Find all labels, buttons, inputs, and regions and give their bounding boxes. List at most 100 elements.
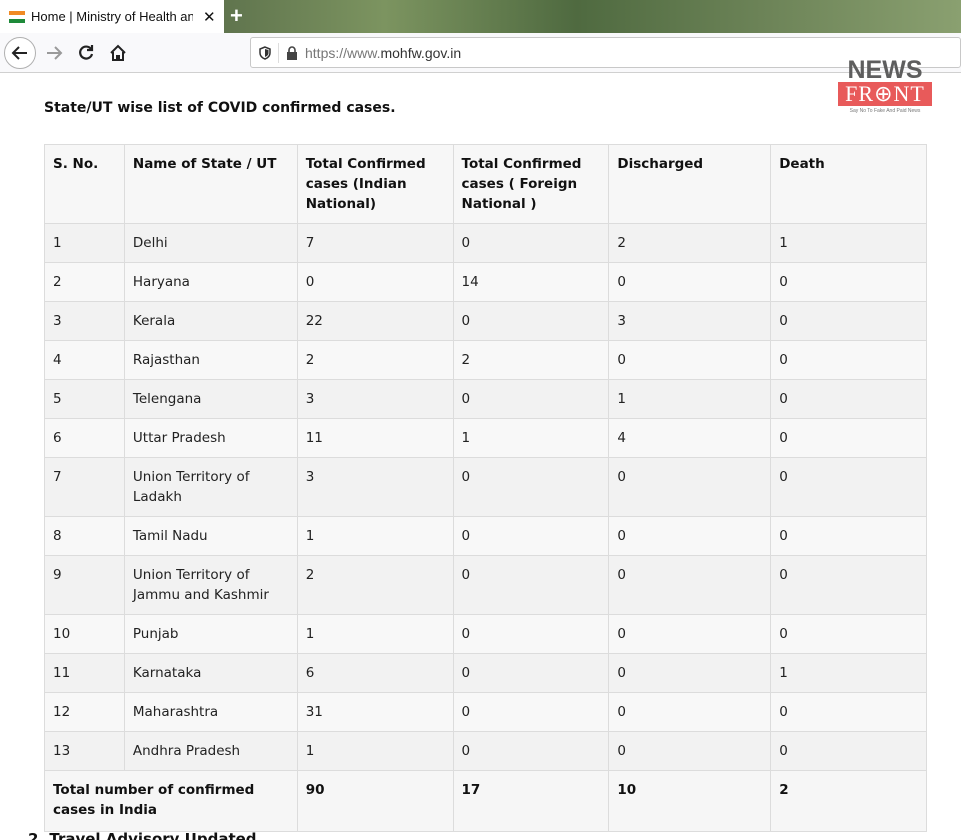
header-death: Death [770, 144, 927, 224]
cell-death: 1 [770, 653, 927, 693]
browser-tab[interactable]: Home | Ministry of Health and Family Wel… [0, 0, 224, 33]
cell-confirmed-indian: 3 [296, 379, 454, 419]
cell-discharged: 0 [608, 262, 772, 302]
cell-serial-no: 7 [44, 457, 125, 517]
url-domain: mohfw.gov.in [380, 44, 462, 61]
cell-confirmed-indian: 31 [296, 692, 454, 732]
cell-state-name: Delhi [123, 223, 298, 263]
cell-confirmed-foreign: 0 [452, 301, 610, 341]
cell-confirmed-foreign: 0 [452, 516, 610, 556]
cell-state-name: Maharashtra [123, 692, 298, 732]
cell-state-name: Karnataka [123, 653, 298, 693]
cell-discharged: 0 [608, 340, 772, 380]
tab-title: Home | Ministry of Health and Family Wel… [31, 9, 193, 24]
cell-discharged: 0 [608, 614, 772, 654]
india-flag-favicon-icon [9, 10, 25, 23]
cell-confirmed-foreign: 2 [452, 340, 610, 380]
reload-button[interactable] [70, 37, 102, 69]
cell-confirmed-indian: 11 [296, 418, 454, 458]
header-serial-no: S. No. [44, 144, 125, 224]
cell-serial-no: 4 [44, 340, 125, 380]
cell-serial-no: 12 [44, 692, 125, 732]
cell-death: 0 [770, 379, 927, 419]
next-section-heading: 2. Travel Advisory Updated [28, 830, 257, 840]
cell-discharged: 2 [608, 223, 772, 263]
tracking-protection-shield-icon[interactable] [251, 42, 279, 63]
table-row: 5 Telengana 3 0 1 0 [44, 379, 927, 419]
covid-cases-table: S. No. Name of State / UT Total Confirme… [44, 144, 927, 832]
cell-state-name: Punjab [123, 614, 298, 654]
table-row: 4 Rajasthan 2 2 0 0 [44, 340, 927, 380]
cell-discharged: 0 [608, 516, 772, 556]
cell-confirmed-foreign: 0 [452, 614, 610, 654]
cell-death: 0 [770, 555, 927, 615]
cell-confirmed-indian: 22 [296, 301, 454, 341]
url-prefix: https://www. [305, 44, 381, 61]
cell-confirmed-foreign: 1 [452, 418, 610, 458]
home-icon [110, 44, 126, 61]
header-confirmed-indian: Total Confirmed cases (Indian National) [296, 144, 454, 224]
cell-state-name: Telengana [123, 379, 298, 419]
cell-confirmed-indian: 1 [296, 516, 454, 556]
cell-death: 0 [770, 262, 927, 302]
cell-serial-no: 6 [44, 418, 125, 458]
cell-death: 0 [770, 418, 927, 458]
cell-confirmed-foreign: 0 [452, 653, 610, 693]
table-row: 10 Punjab 1 0 0 0 [44, 614, 927, 654]
table-row: 8 Tamil Nadu 1 0 0 0 [44, 516, 927, 556]
cell-death: 0 [770, 301, 927, 341]
cell-serial-no: 8 [44, 516, 125, 556]
forward-button[interactable] [38, 37, 70, 69]
reload-icon [79, 45, 94, 60]
cell-death: 0 [770, 516, 927, 556]
cell-state-name: Uttar Pradesh [123, 418, 298, 458]
arrow-left-icon [11, 46, 27, 60]
table-row: 3 Kerala 22 0 3 0 [44, 301, 927, 341]
table-row: 12 Maharashtra 31 0 0 0 [44, 692, 927, 732]
cell-state-name: Union Territory of Ladakh [123, 457, 298, 517]
cell-confirmed-foreign: 0 [452, 555, 610, 615]
cell-serial-no: 5 [44, 379, 125, 419]
cell-confirmed-foreign: 0 [452, 731, 610, 771]
logo-news-text: NEWS [847, 56, 923, 84]
header-state-name: Name of State / UT [123, 144, 298, 224]
table-row: 9 Union Territory of Jammu and Kashmir 2 0 0… [44, 555, 927, 615]
table-header-row: S. No. Name of State / UT Total Confirme… [44, 144, 927, 224]
cell-confirmed-indian: 7 [296, 223, 454, 263]
navigation-bar: https://www.mohfw.gov.in [0, 33, 961, 73]
cell-discharged: 3 [608, 301, 772, 341]
cell-confirmed-indian: 1 [296, 731, 454, 771]
new-tab-icon[interactable]: + [230, 3, 243, 29]
tab-strip: Home | Ministry of Health and Family Wel… [0, 0, 961, 33]
cell-confirmed-indian: 2 [296, 340, 454, 380]
table-total-row: Total number of confirmed cases in India… [44, 770, 927, 832]
cell-discharged: 1 [608, 379, 772, 419]
logo-tagline: Say No To Fake And Paid News [849, 108, 921, 114]
tab-close-icon[interactable]: ✕ [203, 8, 216, 26]
newsfront-logo: NEWS FR⊕NT Say No To Fake And Paid News [838, 58, 932, 114]
cell-confirmed-indian: 1 [296, 614, 454, 654]
logo-front-text: FR⊕NT [838, 82, 932, 106]
cell-confirmed-indian: 6 [296, 653, 454, 693]
cell-state-name: Rajasthan [123, 340, 298, 380]
table-row: 13 Andhra Pradesh 1 0 0 0 [44, 731, 927, 771]
header-confirmed-foreign: Total Confirmed cases ( Foreign National… [452, 144, 610, 224]
cell-state-name: Haryana [123, 262, 298, 302]
cell-serial-no: 10 [44, 614, 125, 654]
home-button[interactable] [102, 37, 134, 69]
cell-serial-no: 3 [44, 301, 125, 341]
lock-icon[interactable] [279, 45, 305, 60]
cell-discharged: 0 [608, 555, 772, 615]
cell-confirmed-indian: 2 [296, 555, 454, 615]
url-text[interactable]: https://www.mohfw.gov.in [305, 45, 461, 61]
cell-state-name: Andhra Pradesh [123, 731, 298, 771]
table-row: 1 Delhi 7 0 2 1 [44, 223, 927, 263]
table-row: 2 Haryana 0 14 0 0 [44, 262, 927, 302]
arrow-right-icon [47, 46, 63, 60]
cell-state-name: Tamil Nadu [123, 516, 298, 556]
cell-death: 0 [770, 614, 927, 654]
total-indian: 90 [296, 770, 454, 832]
total-death: 2 [770, 770, 927, 832]
cell-serial-no: 2 [44, 262, 125, 302]
back-button[interactable] [4, 37, 36, 69]
